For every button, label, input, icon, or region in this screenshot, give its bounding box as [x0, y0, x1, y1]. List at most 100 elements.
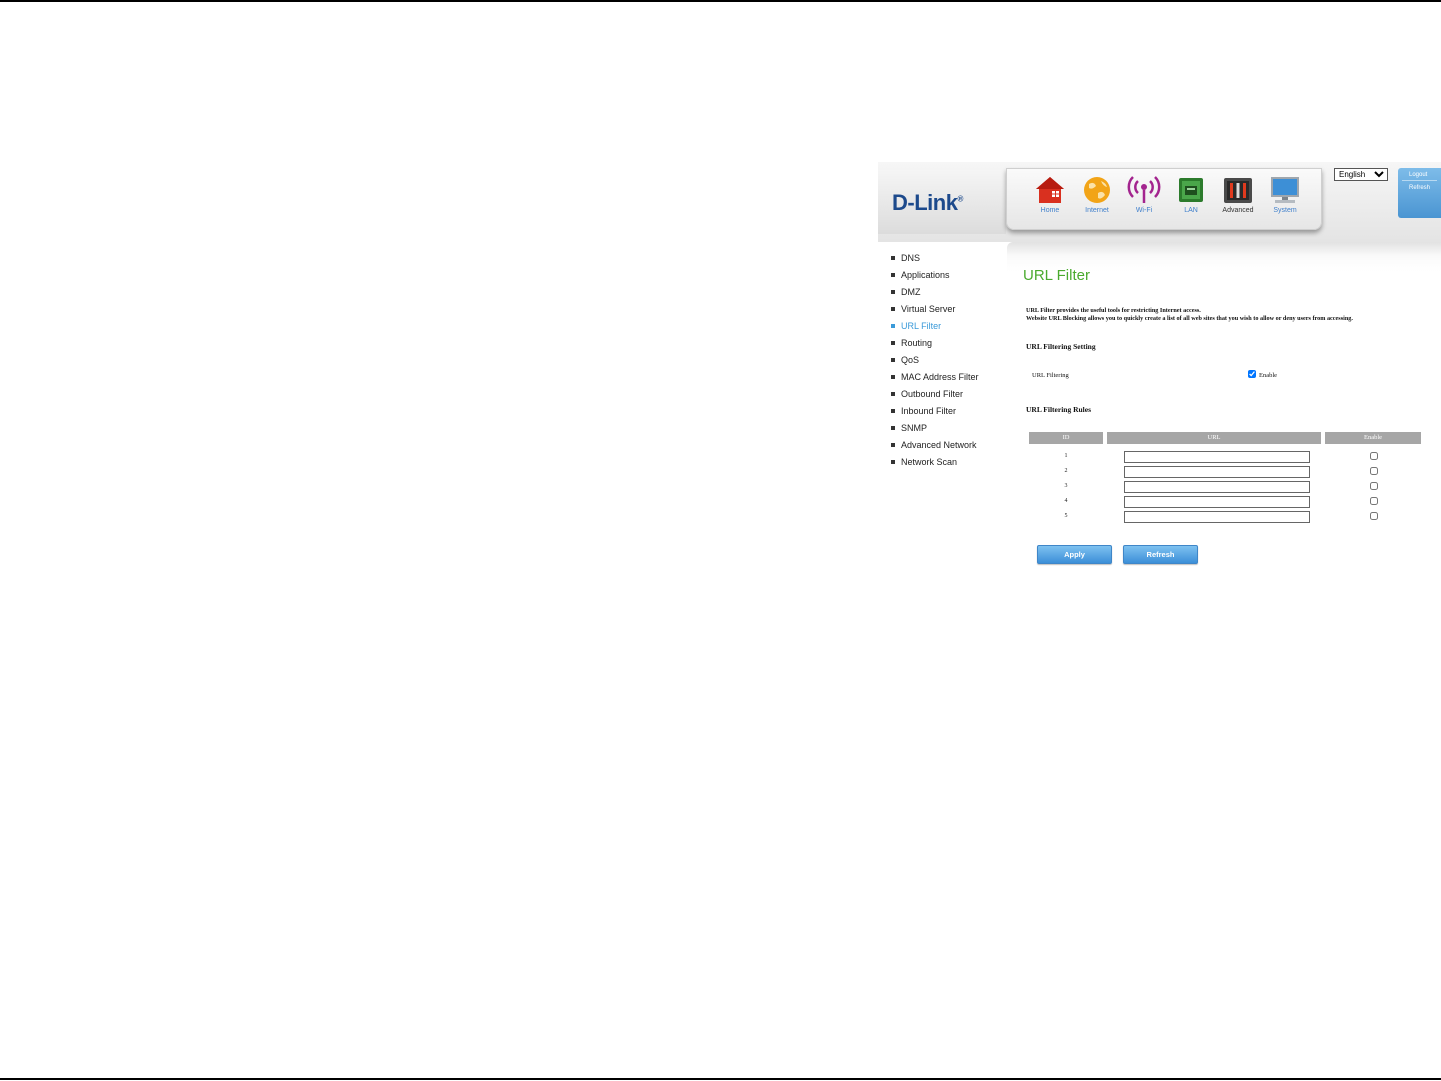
description-line-2: Website URL Blocking allows you to quick… — [1026, 315, 1353, 322]
logout-button[interactable]: Logout — [1398, 168, 1441, 180]
rule-enable-checkbox[interactable] — [1370, 497, 1378, 505]
advanced-tools-icon — [1224, 178, 1252, 203]
menu-item-snmp[interactable]: SNMP — [878, 422, 1006, 439]
top-right-buttons: Logout Refresh — [1398, 168, 1441, 218]
menu-item-label: MAC Address Filter — [901, 372, 979, 382]
bullet-icon — [891, 358, 895, 362]
nav-advanced[interactable]: Advanced — [1215, 175, 1261, 225]
refresh-link-button[interactable]: Refresh — [1398, 181, 1441, 193]
rule-enable-checkbox[interactable] — [1370, 482, 1378, 490]
rule-url-input[interactable] — [1124, 511, 1310, 523]
nav-advanced-label: Advanced — [1222, 207, 1254, 214]
url-filtering-label: URL Filtering — [1032, 372, 1069, 379]
menu-item-label: URL Filter — [901, 321, 942, 331]
rule-id: 1 — [1064, 453, 1068, 459]
menu-item-label: Network Scan — [901, 457, 958, 467]
rule-id: 4 — [1064, 498, 1068, 504]
language-select[interactable]: English — [1334, 168, 1388, 181]
menu-item-label: DNS — [901, 253, 921, 263]
url-filtering-enable-label: Enable — [1259, 372, 1278, 379]
nav-internet-label: Internet — [1085, 207, 1109, 214]
globe-icon — [1084, 177, 1110, 203]
table-row: 1 — [1007, 451, 1441, 466]
rule-id: 3 — [1064, 483, 1068, 489]
menu-item-dns[interactable]: DNS — [878, 252, 1006, 269]
menu-item-applications[interactable]: Applications — [878, 269, 1006, 286]
menu-item-url-filter[interactable]: URL Filter — [878, 320, 1006, 337]
refresh-button[interactable]: Refresh — [1123, 545, 1198, 564]
bullet-icon — [891, 341, 895, 345]
nav-lan[interactable]: LAN — [1168, 175, 1214, 225]
nav-system[interactable]: System — [1262, 175, 1308, 225]
lan-icon — [1179, 178, 1203, 202]
menu-item-label: Routing — [901, 338, 933, 348]
rule-enable-checkbox[interactable] — [1370, 452, 1378, 460]
dlink-logo: D-Link® — [892, 190, 963, 216]
section-title-rules: URL Filtering Rules — [1026, 405, 1091, 414]
menu-item-outbound-filter[interactable]: Outbound Filter — [878, 388, 1006, 405]
bullet-icon — [891, 460, 895, 464]
bullet-icon — [891, 324, 895, 328]
page-bottom-rule — [0, 1078, 1441, 1080]
rule-enable-checkbox[interactable] — [1370, 467, 1378, 475]
table-row: 5 — [1007, 511, 1441, 526]
menu-item-label: Virtual Server — [901, 304, 956, 314]
wifi-icon — [1127, 176, 1161, 203]
section-title-setting: URL Filtering Setting — [1026, 342, 1096, 351]
bullet-icon — [891, 256, 895, 260]
menu-item-routing[interactable]: Routing — [878, 337, 1006, 354]
main-nav: Home Internet Wi-Fi LAN Advanced System — [1006, 168, 1322, 230]
logo-area: D-Link® — [878, 170, 1006, 234]
table-header-url: URL — [1107, 432, 1321, 444]
rule-url-input[interactable] — [1124, 466, 1310, 478]
monitor-icon — [1271, 177, 1299, 203]
advanced-menu: DNS Applications DMZ Virtual Server URL … — [878, 252, 1006, 473]
bullet-icon — [891, 409, 895, 413]
menu-item-label: Outbound Filter — [901, 389, 964, 399]
bullet-icon — [891, 426, 895, 430]
rule-id: 2 — [1064, 468, 1068, 474]
page-title: URL Filter — [1023, 267, 1090, 284]
bullet-icon — [891, 290, 895, 294]
menu-item-label: Inbound Filter — [901, 406, 957, 416]
nav-wifi-label: Wi-Fi — [1135, 207, 1153, 214]
table-header-enable: Enable — [1325, 432, 1421, 444]
bullet-icon — [891, 375, 895, 379]
apply-button[interactable]: Apply — [1037, 545, 1112, 564]
content-panel: URL Filter URL Filter provides the usefu… — [1007, 242, 1441, 586]
page-top-rule — [0, 0, 1441, 2]
menu-item-inbound-filter[interactable]: Inbound Filter — [878, 405, 1006, 422]
rule-url-input[interactable] — [1124, 481, 1310, 493]
bullet-icon — [891, 273, 895, 277]
url-filtering-enable-checkbox[interactable] — [1248, 370, 1256, 378]
menu-item-virtual-server[interactable]: Virtual Server — [878, 303, 1006, 320]
nav-home-label: Home — [1040, 207, 1060, 214]
rule-url-input[interactable] — [1124, 451, 1310, 463]
bullet-icon — [891, 307, 895, 311]
logo-registered-mark: ® — [957, 194, 963, 204]
table-row: 4 — [1007, 496, 1441, 511]
rule-enable-checkbox[interactable] — [1370, 512, 1378, 520]
menu-item-label: SNMP — [901, 423, 928, 433]
menu-item-label: Advanced Network — [901, 440, 977, 450]
nav-home[interactable]: Home — [1027, 175, 1073, 225]
menu-item-label: Applications — [901, 270, 950, 280]
menu-item-dmz[interactable]: DMZ — [878, 286, 1006, 303]
logo-text: D-Link — [892, 190, 958, 215]
table-header-id: ID — [1029, 432, 1103, 444]
table-row: 3 — [1007, 481, 1441, 496]
menu-item-mac-address-filter[interactable]: MAC Address Filter — [878, 371, 1006, 388]
nav-internet[interactable]: Internet — [1074, 175, 1120, 225]
header: D-Link® Home Internet Wi-Fi LAN Advanced… — [878, 162, 1441, 242]
nav-wifi[interactable]: Wi-Fi — [1121, 175, 1167, 225]
menu-item-network-scan[interactable]: Network Scan — [878, 456, 1006, 473]
menu-item-advanced-network[interactable]: Advanced Network — [878, 439, 1006, 456]
nav-system-label: System — [1273, 207, 1297, 214]
menu-item-qos[interactable]: QoS — [878, 354, 1006, 371]
menu-item-label: DMZ — [901, 287, 921, 297]
home-icon — [1036, 177, 1064, 203]
description-line-1: URL Filter provides the useful tools for… — [1026, 307, 1201, 314]
bullet-icon — [891, 443, 895, 447]
menu-item-label: QoS — [901, 355, 920, 365]
rule-url-input[interactable] — [1124, 496, 1310, 508]
